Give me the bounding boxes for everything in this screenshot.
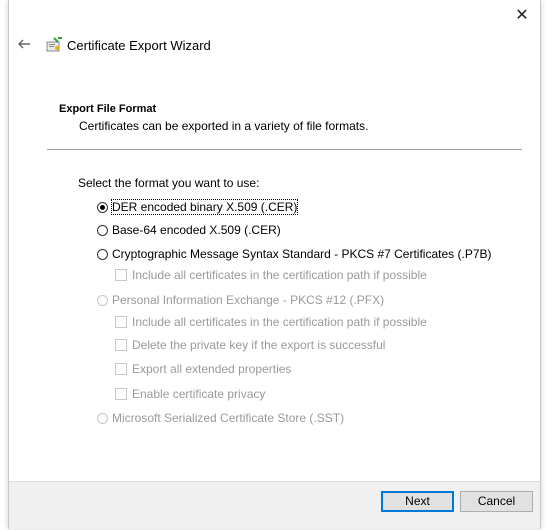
checkbox-pfx-include-label: Include all certificates in the certific…	[132, 315, 427, 329]
certificate-export-wizard-dialog: ✕ Certificate Export Wizard Export File …	[8, 0, 541, 529]
checkbox-pfx-enable-privacy[interactable]: Enable certificate privacy	[115, 387, 265, 401]
radio-base64[interactable]	[97, 224, 108, 236]
close-icon[interactable]: ✕	[512, 6, 532, 26]
background-window-left	[0, 0, 8, 530]
checkbox-pfx-delete-key-label: Delete the private key if the export is …	[132, 338, 386, 352]
option-sst[interactable]: Microsoft Serialized Certificate Store (…	[97, 411, 344, 425]
option-base64[interactable]: Base-64 encoded X.509 (.CER)	[97, 223, 281, 237]
checkbox-box[interactable]	[115, 388, 127, 400]
option-base64-label: Base-64 encoded X.509 (.CER)	[112, 223, 281, 237]
radio-sst[interactable]	[97, 412, 108, 424]
option-der-label: DER encoded binary X.509 (.CER)	[110, 199, 299, 215]
checkbox-pfx-export-properties-label: Export all extended properties	[132, 362, 292, 376]
checkbox-box[interactable]	[115, 269, 127, 281]
wizard-title: Certificate Export Wizard	[67, 38, 211, 53]
checkbox-pkcs7-include[interactable]: Include all certificates in the certific…	[115, 268, 427, 282]
checkbox-box[interactable]	[115, 363, 127, 375]
radio-pfx[interactable]	[97, 294, 108, 306]
checkbox-box[interactable]	[115, 339, 127, 351]
radio-der[interactable]	[97, 201, 108, 213]
back-arrow-icon[interactable]	[15, 36, 33, 54]
section-title: Export File Format	[59, 103, 157, 115]
header-divider	[47, 149, 522, 150]
dialog-footer: Next Cancel	[9, 481, 540, 529]
option-pkcs7-label: Cryptographic Message Syntax Standard - …	[112, 247, 492, 261]
option-der[interactable]: DER encoded binary X.509 (.CER)	[97, 199, 299, 215]
certificate-icon	[45, 37, 63, 53]
section-subtitle: Certificates can be exported in a variet…	[79, 119, 369, 133]
cancel-button[interactable]: Cancel	[460, 491, 533, 512]
option-pfx-label: Personal Information Exchange - PKCS #12…	[112, 293, 385, 307]
radio-pkcs7[interactable]	[97, 248, 108, 260]
checkbox-pfx-export-properties[interactable]: Export all extended properties	[115, 362, 291, 376]
format-prompt: Select the format you want to use:	[78, 176, 260, 190]
checkbox-pfx-include[interactable]: Include all certificates in the certific…	[115, 315, 427, 329]
checkbox-pkcs7-include-label: Include all certificates in the certific…	[132, 268, 427, 282]
option-pkcs7[interactable]: Cryptographic Message Syntax Standard - …	[97, 247, 492, 261]
checkbox-pfx-delete-key[interactable]: Delete the private key if the export is …	[115, 338, 385, 352]
checkbox-pfx-enable-privacy-label: Enable certificate privacy	[132, 387, 266, 401]
option-sst-label: Microsoft Serialized Certificate Store (…	[112, 411, 345, 425]
checkbox-box[interactable]	[115, 316, 127, 328]
next-button[interactable]: Next	[381, 491, 454, 512]
option-pfx[interactable]: Personal Information Exchange - PKCS #12…	[97, 293, 384, 307]
